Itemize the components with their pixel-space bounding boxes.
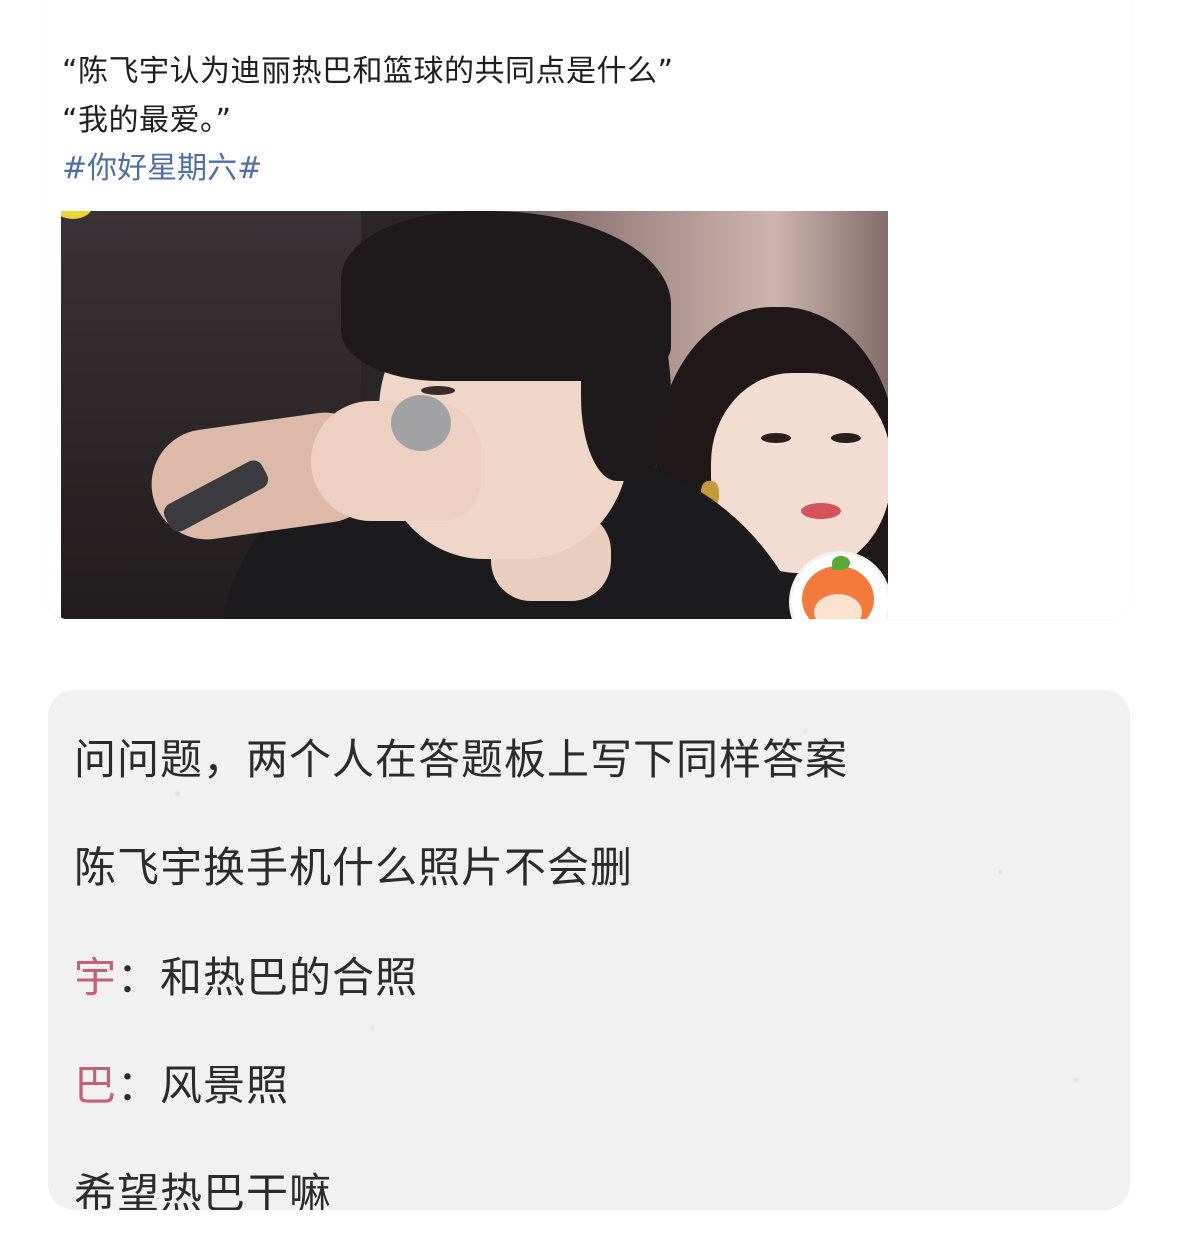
qa-image-card[interactable]: 问问题，两个人在答题板上写下同样答案 陈飞宇换手机什么照片不会删 宇：和热巴的合… bbox=[48, 690, 1130, 1210]
post-card: “陈飞宇认为迪丽热巴和篮球的共同点是什么” “我的最爱。” #你好星期六# bbox=[46, 0, 1132, 620]
speaker-separator: ： bbox=[117, 953, 161, 1002]
woman-lips bbox=[801, 503, 841, 519]
woman-eye bbox=[831, 433, 861, 443]
hashtag-link[interactable]: #你好星期六# bbox=[62, 143, 262, 187]
answer-text: 和热巴的合照 bbox=[160, 953, 419, 1002]
microphone-head-icon bbox=[391, 395, 451, 451]
speaker-separator: ： bbox=[117, 1061, 161, 1110]
answer-text: 风景照 bbox=[160, 1061, 290, 1110]
leaf-shape bbox=[832, 556, 850, 570]
woman-eye bbox=[761, 433, 791, 443]
question-line: 希望热巴干嘛 bbox=[74, 1169, 333, 1210]
question-line: 问问题，两个人在答题板上写下同样答案 bbox=[74, 735, 849, 784]
answer-line-ba: 巴：风景照 bbox=[74, 1052, 289, 1113]
post-photo[interactable] bbox=[61, 211, 888, 619]
post-quote-line-1: “陈飞宇认为迪丽热巴和篮球的共同点是什么” bbox=[62, 54, 674, 89]
speaker-label: 巴 bbox=[74, 1061, 118, 1110]
answer-line-yu: 宇：和热巴的合照 bbox=[74, 944, 418, 1005]
question-line: 陈飞宇换手机什么照片不会删 bbox=[74, 843, 634, 892]
man-eye bbox=[421, 386, 455, 395]
post-quote-line-2: “我的最爱。” bbox=[62, 103, 232, 138]
speaker-label: 宇 bbox=[74, 953, 118, 1002]
